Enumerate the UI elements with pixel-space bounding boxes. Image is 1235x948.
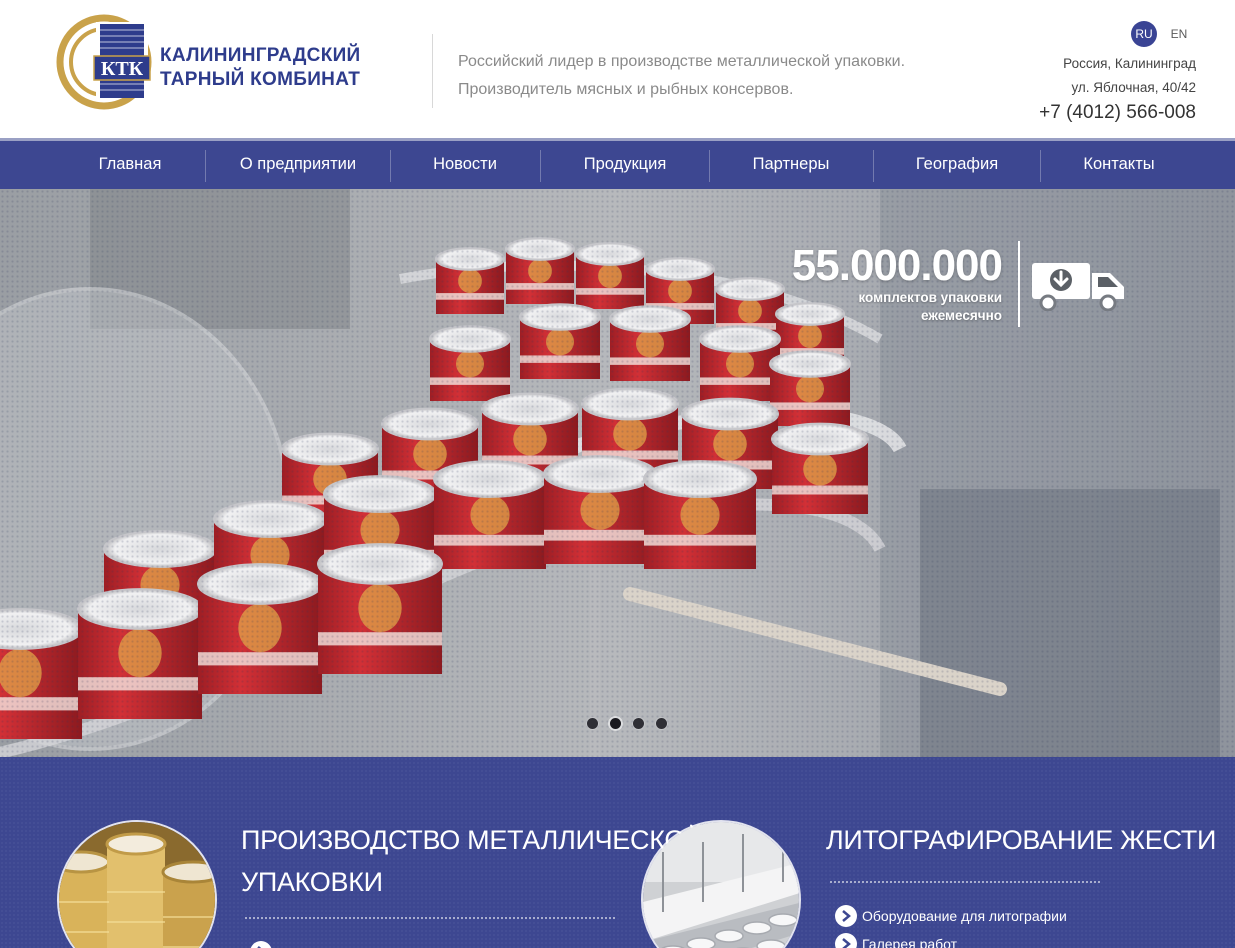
slider-dot-1[interactable]	[587, 718, 598, 729]
hero-slider: 55.000.000 комплектов упаковки ежемесячн…	[0, 189, 1235, 757]
nav-item-home[interactable]: Главная	[70, 141, 190, 189]
address-street: ул. Яблочная, 40/42	[1071, 80, 1196, 95]
stat-divider	[1018, 241, 1020, 327]
nav-item-contacts[interactable]: Контакты	[1055, 141, 1183, 189]
service-title-lithography[interactable]: ЛИТОГРАФИРОВАНИЕ ЖЕСТИ	[826, 819, 1216, 861]
dotted-divider	[830, 881, 1100, 883]
nav-item-geography[interactable]: География поставок	[880, 141, 1034, 219]
nav-separator	[205, 150, 206, 182]
slider-dot-3[interactable]	[633, 718, 644, 729]
arrow-right-icon[interactable]	[835, 905, 857, 927]
tagline-line1: Российский лидер в производстве металлич…	[458, 53, 906, 70]
service-title-line2: УПАКОВКИ	[241, 867, 383, 897]
tagline-line2: Производитель мясных и рыбных консервов.	[458, 81, 794, 98]
company-name-line2: ТАРНЫЙ КОМБИНАТ	[160, 69, 361, 90]
service-title-line1: ЛИТОГРАФИРОВАНИЕ ЖЕСТИ	[826, 825, 1217, 855]
nav-separator	[390, 150, 391, 182]
stat-label-line2: ежемесячно	[921, 308, 1002, 323]
arrow-right-icon[interactable]	[835, 933, 857, 948]
nav-item-partners[interactable]: Партнеры	[724, 141, 858, 189]
ktk-logo-icon: КТК	[56, 14, 152, 110]
slider-dot-2[interactable]	[610, 718, 621, 729]
site-header: КТК КАЛИНИНГРАДСКИЙ ТАРНЫЙ КОМБИНАТ Росс…	[0, 0, 1235, 138]
nav-separator	[540, 150, 541, 182]
nav-item-news[interactable]: Новости	[405, 141, 525, 189]
nav-item-about[interactable]: О предприятии	[220, 141, 376, 189]
link-lithography-equipment[interactable]: Оборудование для литографии	[862, 906, 1067, 926]
stat-label: комплектов упаковки ежемесячно	[858, 289, 1002, 325]
company-name-line1: КАЛИНИНГРАДСКИЙ	[160, 45, 361, 66]
metal-cans-photo[interactable]	[57, 820, 217, 948]
main-navigation: Главная О предприятии Новости Продукция …	[0, 138, 1235, 219]
company-tagline: Российский лидер в производстве металлич…	[458, 48, 905, 104]
nav-separator	[709, 150, 710, 182]
delivery-truck-icon	[1032, 263, 1124, 311]
nav-separator	[1040, 150, 1041, 182]
lang-en-button[interactable]: EN	[1166, 21, 1192, 47]
company-logo[interactable]: КТК КАЛИНИНГРАДСКИЙ ТАРНЫЙ КОМБИНАТ	[56, 14, 360, 112]
arrow-right-icon[interactable]	[250, 941, 272, 948]
lang-ru-button[interactable]: RU	[1131, 21, 1157, 47]
company-name: КАЛИНИНГРАДСКИЙ ТАРНЫЙ КОМБИНАТ	[160, 44, 361, 92]
svg-text:КТК: КТК	[101, 58, 144, 80]
gold-cans-image	[59, 822, 215, 948]
contact-info: Россия, Калининград ул. Яблочная, 40/42 …	[1039, 52, 1196, 126]
slider-dot-4[interactable]	[656, 718, 667, 729]
production-stat: 55.000.000 комплектов упаковки ежемесячн…	[792, 241, 1130, 331]
phone-number[interactable]: +7 (4012) 566-008	[1039, 100, 1196, 126]
services-section: ПРОИЗВОДСТВО МЕТАЛЛИЧЕСКОЙ УПАКОВКИ ЛИТО…	[0, 757, 1235, 948]
stat-number: 55.000.000	[791, 241, 1003, 290]
link-gallery[interactable]: Галерея работ	[862, 934, 957, 948]
service-title-metal-packaging[interactable]: ПРОИЗВОДСТВО МЕТАЛЛИЧЕСКОЙ УПАКОВКИ	[241, 819, 704, 903]
dotted-divider	[245, 917, 615, 919]
service-title-line1: ПРОИЗВОДСТВО МЕТАЛЛИЧЕСКОЙ	[241, 825, 705, 855]
nav-separator	[873, 150, 874, 182]
nav-item-products[interactable]: Продукция	[555, 141, 695, 189]
stat-label-line1: комплектов упаковки	[858, 290, 1002, 305]
address-city: Россия, Калининград	[1063, 56, 1196, 71]
lithography-line-image	[643, 822, 799, 948]
header-divider	[432, 34, 433, 108]
